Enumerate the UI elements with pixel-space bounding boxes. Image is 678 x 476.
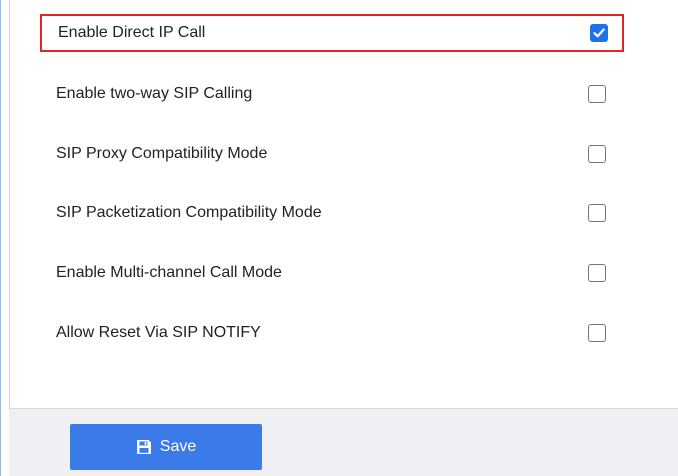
setting-row-multi-channel-call: Enable Multi-channel Call Mode xyxy=(40,254,624,292)
setting-label: SIP Packetization Compatibility Mode xyxy=(56,204,322,221)
save-button[interactable]: Save xyxy=(70,424,262,470)
setting-label: Enable Direct IP Call xyxy=(58,24,206,41)
page-frame: Enable Direct IP Call Enable two-way SIP… xyxy=(0,0,678,476)
sip-proxy-compat-checkbox[interactable] xyxy=(588,145,606,163)
setting-label: SIP Proxy Compatibility Mode xyxy=(56,145,268,162)
form-footer: Save xyxy=(9,408,678,476)
checkmark-icon xyxy=(593,28,605,38)
setting-row-reset-via-sip-notify: Allow Reset Via SIP NOTIFY xyxy=(40,314,624,352)
setting-row-sip-proxy-compat: SIP Proxy Compatibility Mode xyxy=(40,135,624,173)
setting-label: Enable Multi-channel Call Mode xyxy=(56,264,282,281)
setting-row-direct-ip-call: Enable Direct IP Call xyxy=(40,14,624,52)
settings-panel: Enable Direct IP Call Enable two-way SIP… xyxy=(9,0,678,408)
multi-channel-call-checkbox[interactable] xyxy=(588,264,606,282)
setting-label: Allow Reset Via SIP NOTIFY xyxy=(56,324,261,341)
sip-packetization-compat-checkbox[interactable] xyxy=(588,204,606,222)
reset-via-sip-notify-checkbox[interactable] xyxy=(588,324,606,342)
direct-ip-call-checkbox[interactable] xyxy=(590,24,608,42)
save-button-label: Save xyxy=(159,438,197,455)
setting-row-sip-packetization-compat: SIP Packetization Compatibility Mode xyxy=(40,194,624,232)
two-way-sip-checkbox[interactable] xyxy=(588,85,606,103)
setting-label: Enable two-way SIP Calling xyxy=(56,85,253,102)
floppy-disk-icon xyxy=(136,440,151,454)
setting-row-two-way-sip: Enable two-way SIP Calling xyxy=(40,75,624,113)
